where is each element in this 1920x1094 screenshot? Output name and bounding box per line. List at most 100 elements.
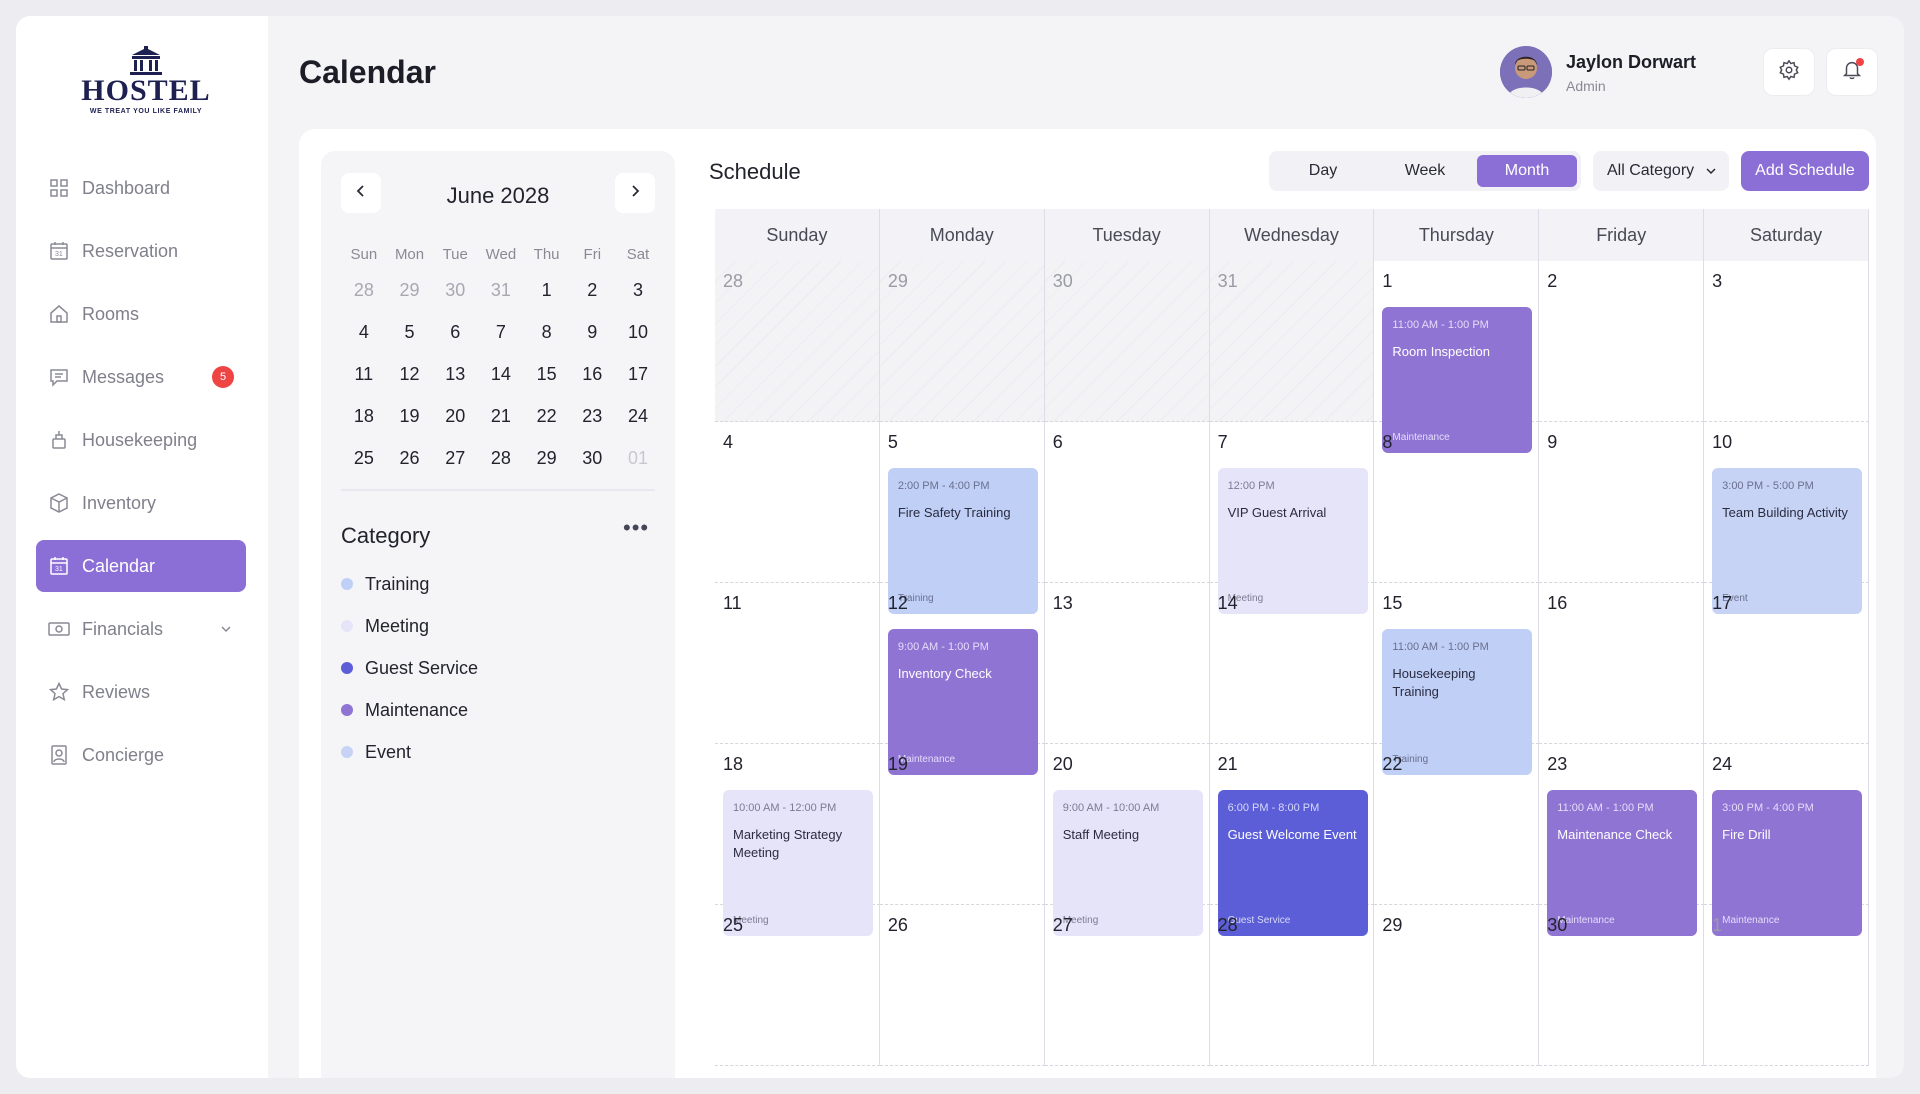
mini-day-cell[interactable]: 17 bbox=[615, 364, 661, 385]
mini-calendar-grid: Sun Mon Tue Wed Thu Fri Sat 28 29 30 31 1 2 3 4 5 6 7 8 9 10… bbox=[341, 239, 661, 479]
mini-day-cell[interactable]: 20 bbox=[432, 406, 478, 427]
mini-day-cell[interactable]: 9 bbox=[569, 322, 615, 343]
day-cell[interactable]: 1 11:00 AM - 1:00 PM Room Inspection Mainte… bbox=[1374, 261, 1540, 453]
calendar-icon: 31 bbox=[48, 555, 70, 577]
day-cell[interactable]: 12 9:00 AM - 1:00 PM Inventory Check Mainte… bbox=[879, 583, 1045, 775]
category-filter-select[interactable]: All Category bbox=[1593, 151, 1729, 191]
day-cell[interactable]: 14 bbox=[1209, 583, 1375, 744]
mini-day-cell[interactable]: 26 bbox=[387, 448, 433, 469]
mini-day-cell[interactable]: 28 bbox=[341, 280, 387, 301]
mini-day-cell[interactable]: 6 bbox=[432, 322, 478, 343]
day-cell[interactable]: 3 bbox=[1704, 261, 1869, 422]
add-schedule-button[interactable]: Add Schedule bbox=[1741, 151, 1869, 191]
notifications-button[interactable] bbox=[1826, 48, 1878, 96]
day-cell[interactable]: 18 10:00 AM - 12:00 PM Marketing Strategy … bbox=[715, 744, 880, 936]
mini-day-cell[interactable]: 2 bbox=[569, 280, 615, 301]
mini-day-cell[interactable]: 22 bbox=[524, 406, 570, 427]
day-cell[interactable]: 5 2:00 PM - 4:00 PM Fire Safety Training Tr… bbox=[879, 422, 1045, 614]
day-cell[interactable]: 24 3:00 PM - 4:00 PM Fire Drill Maintenance bbox=[1704, 744, 1869, 936]
mini-day-cell[interactable]: 13 bbox=[432, 364, 478, 385]
mini-day-cell[interactable]: 23 bbox=[569, 406, 615, 427]
mini-day-cell[interactable]: 24 bbox=[615, 406, 661, 427]
mini-day-cell[interactable]: 27 bbox=[432, 448, 478, 469]
mini-day-cell[interactable]: 3 bbox=[615, 280, 661, 301]
day-cell[interactable]: 4 bbox=[715, 422, 880, 583]
day-cell[interactable]: 23 11:00 AM - 1:00 PM Maintenance Check Mai… bbox=[1539, 744, 1705, 936]
sidebar-item-rooms[interactable]: Rooms bbox=[36, 288, 246, 340]
day-cell[interactable]: 17 bbox=[1704, 583, 1869, 744]
mini-day-cell[interactable]: 18 bbox=[341, 406, 387, 427]
sidebar-item-dashboard[interactable]: Dashboard bbox=[36, 162, 246, 214]
settings-button[interactable] bbox=[1763, 48, 1815, 96]
more-options-icon[interactable]: ••• bbox=[623, 515, 649, 541]
mini-day-cell[interactable]: 8 bbox=[524, 322, 570, 343]
day-cell[interactable]: 29 bbox=[1374, 905, 1540, 1066]
chevron-down-icon[interactable] bbox=[220, 619, 232, 640]
category-item[interactable]: Meeting bbox=[341, 605, 478, 647]
day-cell[interactable]: 15 11:00 AM - 1:00 PM Housekeeping Trainin… bbox=[1374, 583, 1540, 775]
category-item[interactable]: Guest Service bbox=[341, 647, 478, 689]
category-item[interactable]: Maintenance bbox=[341, 689, 478, 731]
user-profile[interactable]: Jaylon Dorwart Admin bbox=[1500, 46, 1710, 102]
mini-day-cell[interactable]: 10 bbox=[615, 322, 661, 343]
sidebar-item-inventory[interactable]: Inventory bbox=[36, 477, 246, 529]
mini-day-cell[interactable]: 12 bbox=[387, 364, 433, 385]
day-cell[interactable]: 16 bbox=[1539, 583, 1705, 744]
mini-day-cell[interactable]: 1 bbox=[524, 280, 570, 301]
view-day-button[interactable]: Day bbox=[1273, 155, 1373, 187]
sidebar-item-financials[interactable]: Financials bbox=[36, 603, 246, 655]
mini-day-cell[interactable]: 29 bbox=[524, 448, 570, 469]
day-cell[interactable]: 7 12:00 PM VIP Guest Arrival Meeting bbox=[1209, 422, 1375, 614]
sidebar-item-messages[interactable]: Messages 5 bbox=[36, 351, 246, 403]
sidebar-item-calendar[interactable]: 31 Calendar bbox=[36, 540, 246, 592]
mini-day-cell[interactable]: 30 bbox=[569, 448, 615, 469]
sidebar-item-concierge[interactable]: Concierge bbox=[36, 729, 246, 781]
day-cell[interactable]: 8 bbox=[1374, 422, 1540, 583]
day-cell[interactable]: 13 bbox=[1044, 583, 1210, 744]
day-cell[interactable]: 27 bbox=[1044, 905, 1210, 1066]
mini-day-cell[interactable]: 19 bbox=[387, 406, 433, 427]
next-month-button[interactable] bbox=[615, 173, 655, 213]
mini-day-cell[interactable]: 15 bbox=[524, 364, 570, 385]
mini-day-cell[interactable]: 28 bbox=[478, 448, 524, 469]
category-item[interactable]: Event bbox=[341, 731, 478, 773]
day-cell[interactable]: 1 bbox=[1704, 905, 1869, 1066]
day-cell[interactable]: 2 bbox=[1539, 261, 1705, 422]
day-cell[interactable]: 26 bbox=[879, 905, 1045, 1066]
day-cell[interactable]: 6 bbox=[1044, 422, 1210, 583]
day-cell[interactable]: 11 bbox=[715, 583, 880, 744]
day-cell[interactable]: 28 bbox=[715, 261, 880, 422]
mini-day-cell[interactable]: 16 bbox=[569, 364, 615, 385]
day-cell[interactable]: 30 bbox=[1044, 261, 1210, 422]
mini-day-cell[interactable]: 31 bbox=[478, 280, 524, 301]
day-cell[interactable]: 19 bbox=[879, 744, 1045, 905]
day-cell[interactable]: 9 bbox=[1539, 422, 1705, 583]
mini-day-cell[interactable]: 21 bbox=[478, 406, 524, 427]
mini-day-cell[interactable]: 01 bbox=[615, 448, 661, 469]
view-week-button[interactable]: Week bbox=[1375, 155, 1475, 187]
day-cell[interactable]: 10 3:00 PM - 5:00 PM Team Building Activit… bbox=[1704, 422, 1869, 614]
day-cell[interactable]: 28 bbox=[1209, 905, 1375, 1066]
mini-day-cell[interactable]: 4 bbox=[341, 322, 387, 343]
day-cell[interactable]: 25 bbox=[715, 905, 880, 1066]
day-cell[interactable]: 29 bbox=[879, 261, 1045, 422]
mini-day-cell[interactable]: 11 bbox=[341, 364, 387, 385]
day-cell[interactable]: 21 6:00 PM - 8:00 PM Guest Welcome Event Gu… bbox=[1209, 744, 1375, 936]
mini-day-cell[interactable]: 29 bbox=[387, 280, 433, 301]
mini-day-cell[interactable]: 30 bbox=[432, 280, 478, 301]
day-cell[interactable]: 22 bbox=[1374, 744, 1540, 905]
sidebar-item-housekeeping[interactable]: Housekeeping bbox=[36, 414, 246, 466]
mini-day-cell[interactable]: 14 bbox=[478, 364, 524, 385]
sidebar-item-reservation[interactable]: 31 Reservation bbox=[36, 225, 246, 277]
mini-day-cell[interactable]: 25 bbox=[341, 448, 387, 469]
sidebar-item-reviews[interactable]: Reviews bbox=[36, 666, 246, 718]
brand-logo[interactable]: HOSTEL WE TREAT YOU LIKE FAMILY bbox=[76, 46, 216, 126]
day-cell[interactable]: 30 bbox=[1539, 905, 1705, 1066]
day-cell[interactable]: 20 9:00 AM - 10:00 AM Staff Meeting Meeting bbox=[1044, 744, 1210, 936]
avatar[interactable] bbox=[1500, 46, 1552, 98]
view-month-button[interactable]: Month bbox=[1477, 155, 1577, 187]
day-cell[interactable]: 31 bbox=[1209, 261, 1375, 422]
mini-day-cell[interactable]: 7 bbox=[478, 322, 524, 343]
category-item[interactable]: Training bbox=[341, 563, 478, 605]
mini-day-cell[interactable]: 5 bbox=[387, 322, 433, 343]
